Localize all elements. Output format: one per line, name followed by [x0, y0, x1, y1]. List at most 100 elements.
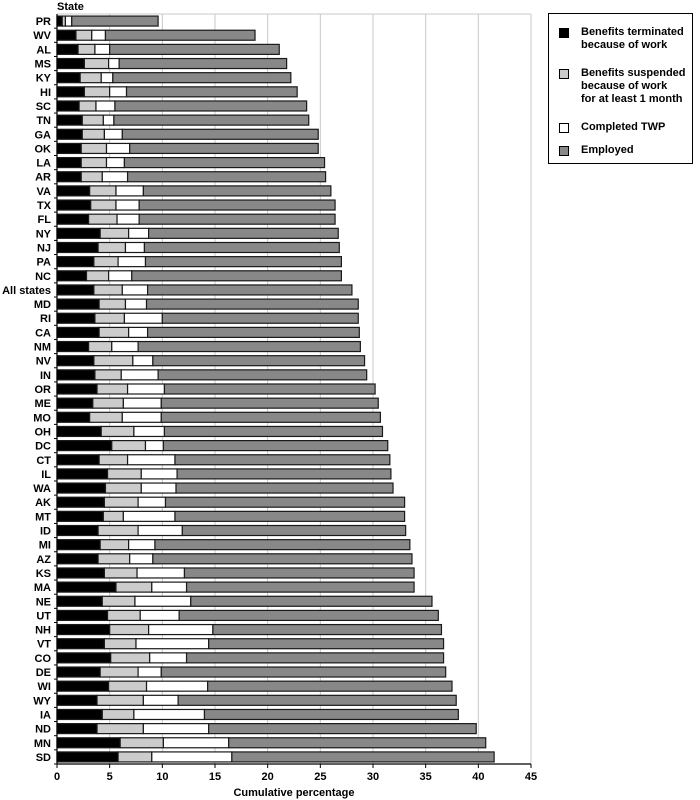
y-tick-label: AK [35, 497, 51, 509]
bar-segment [142, 694, 179, 706]
bar-segment [105, 142, 131, 155]
x-tick-label: 0 [54, 771, 60, 783]
bar-segment [149, 652, 188, 664]
bar-segment [95, 100, 116, 112]
bar-segment [103, 496, 139, 508]
bar-segment [121, 284, 149, 296]
bar-segment [208, 638, 445, 650]
bar-segment [81, 114, 104, 126]
bar-segment [56, 751, 119, 763]
bar-segment [120, 369, 159, 381]
bar-segment [207, 680, 453, 692]
y-tick-label: MN [34, 738, 51, 750]
bar-segment [97, 553, 131, 565]
bar-segment [123, 312, 163, 324]
x-tick-label: 5 [107, 771, 113, 783]
bar-segment [56, 623, 111, 636]
bar-segment [96, 694, 144, 706]
bar-segment [80, 156, 108, 169]
x-tick-label: 10 [156, 771, 168, 783]
bar-segment [56, 567, 106, 579]
y-tick-label: TN [36, 115, 51, 127]
bar-segment [148, 227, 339, 239]
bar-segment [56, 114, 83, 126]
bar-segment [121, 128, 319, 140]
y-tick-label: FL [38, 214, 52, 226]
bar-segment [101, 171, 129, 183]
bar-segment [56, 241, 99, 254]
bar-segment [78, 100, 97, 112]
y-tick-label: OR [35, 384, 52, 396]
bar-segment [117, 256, 147, 268]
bar-segment [56, 468, 109, 480]
bar-segment [56, 100, 80, 112]
bar-segment [228, 737, 487, 749]
bar-segment [142, 185, 332, 197]
bar-segment [89, 411, 123, 423]
y-tick-label: IA [40, 709, 51, 721]
bar-segment [110, 652, 151, 664]
bar-segment [163, 383, 376, 395]
bar-segment [115, 199, 140, 211]
bar-segment [121, 411, 162, 423]
bar-segment [80, 171, 103, 183]
bar-segment [56, 185, 91, 197]
y-tick-label: WI [38, 681, 51, 693]
bar-segment [83, 86, 111, 98]
bar-segment [126, 171, 327, 183]
bar-segment [136, 567, 186, 579]
bar-segment [56, 666, 101, 678]
y-tick-label: NJ [37, 242, 51, 254]
bar-segment [98, 298, 127, 310]
bar-segment [108, 57, 120, 70]
bar-segment [123, 156, 326, 169]
bar-segment [174, 510, 406, 522]
legend-swatch-employed [559, 146, 569, 156]
bar-segment [98, 326, 130, 338]
y-tick-label: OH [35, 426, 52, 438]
bar-segment [152, 355, 366, 367]
bar-segment [99, 539, 130, 551]
bar-segment [146, 284, 353, 296]
bar-segment [137, 666, 162, 678]
legend-label-terminated: Benefits terminated because of work [581, 26, 684, 51]
bar-segment [185, 581, 415, 593]
bar-segment [144, 256, 342, 268]
bar-segment [145, 680, 209, 692]
y-tick-label: ND [35, 724, 51, 736]
y-tick-label: AR [35, 172, 51, 184]
bar-segment [112, 72, 292, 84]
legend-item-suspended: Benefits suspended because of work for a… [559, 67, 691, 106]
bar-segment [94, 312, 126, 324]
bar-segment [56, 29, 77, 41]
bar-segment [87, 340, 113, 353]
y-tick-label: DE [36, 667, 51, 679]
bar-segment [56, 355, 95, 367]
bar-segment [71, 15, 159, 27]
y-axis-title: State [57, 1, 84, 13]
bar-segment [56, 694, 98, 706]
x-tick-label: 15 [209, 771, 221, 783]
bar-segment [144, 440, 164, 452]
y-tick-label: CO [35, 653, 52, 665]
y-tick-label: AZ [36, 554, 51, 566]
bar-segment [109, 43, 280, 55]
y-tick-label: LA [36, 158, 51, 170]
legend-swatch-twp [559, 123, 569, 133]
bar-segment [75, 29, 93, 41]
legend-swatch-suspended [559, 69, 569, 79]
bar-segment [185, 652, 445, 664]
bar-segment [56, 496, 106, 508]
bar-segment [56, 298, 100, 310]
bar-segment [56, 723, 98, 735]
bar-segment [56, 454, 100, 466]
bar-segment [135, 638, 210, 650]
bar-segment [56, 156, 82, 169]
bar-segment [208, 723, 477, 735]
bar-segment [56, 340, 90, 353]
bar-segment [139, 609, 180, 622]
bar-segment [157, 369, 368, 381]
x-tick-label: 25 [314, 771, 326, 783]
bar-segment [183, 567, 415, 579]
y-tick-label: NM [34, 342, 51, 354]
